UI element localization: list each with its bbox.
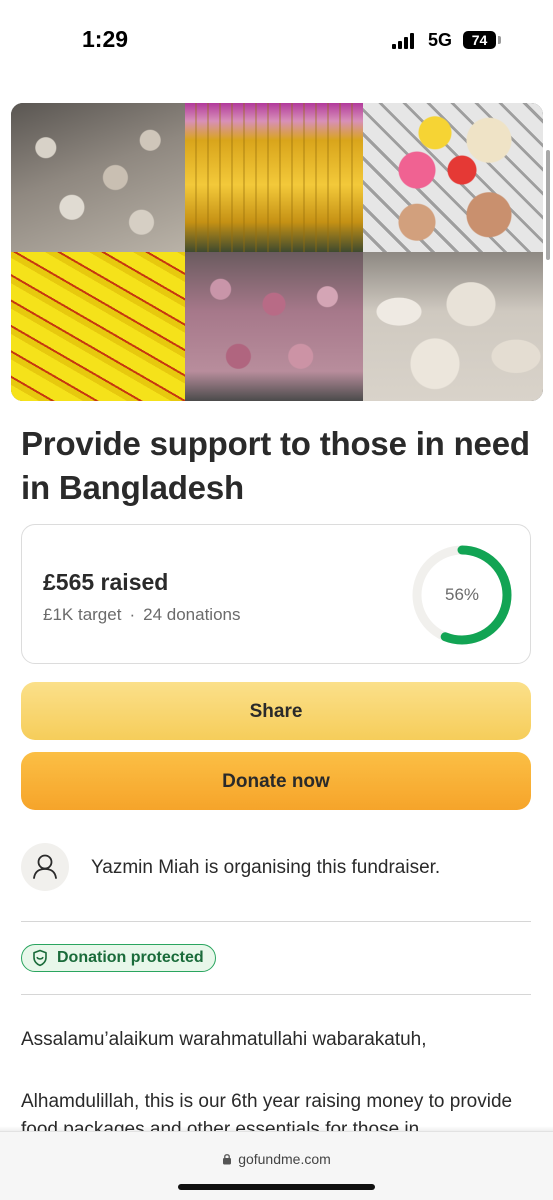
- divider: [21, 921, 531, 922]
- yellow-packets-photo[interactable]: [11, 252, 185, 401]
- organiser-text: Yazmin Miah is organising this fundraise…: [91, 857, 441, 878]
- organiser-row[interactable]: Yazmin Miah is organising this fundraise…: [21, 843, 531, 891]
- progress-percent: 56%: [444, 585, 480, 604]
- user-icon: [33, 854, 57, 879]
- scrollbar[interactable]: [546, 150, 550, 260]
- donation-protected-label: Donation protected: [57, 949, 204, 966]
- divider: [21, 994, 531, 995]
- share-button[interactable]: Share: [21, 682, 531, 740]
- status-time: 1:29: [82, 26, 129, 52]
- progress-meta: £1K target · 24 donations: [43, 605, 241, 625]
- donation-count[interactable]: 24 donations: [143, 605, 240, 624]
- url-row[interactable]: gofundme.com: [0, 1151, 553, 1167]
- avatar: [21, 843, 69, 891]
- url-text[interactable]: gofundme.com: [238, 1151, 331, 1167]
- donation-protected-badge[interactable]: Donation protected: [21, 944, 216, 972]
- network-type: 5G: [428, 30, 453, 50]
- meta-separator: ·: [129, 605, 136, 624]
- food-package-items-photo[interactable]: [363, 103, 543, 252]
- battery-icon: 74: [463, 31, 496, 49]
- campaign-photo-gallery[interactable]: [11, 103, 543, 401]
- status-bar: 1:29 5G 74: [0, 0, 553, 80]
- amount-raised: £565 raised: [43, 569, 169, 595]
- donate-now-button[interactable]: Donate now: [21, 752, 531, 810]
- fundraiser-page: 1:29 5G 74 Provide support to those in n…: [0, 0, 553, 1200]
- campaign-title: Provide support to those in need in Bang…: [21, 425, 530, 506]
- sacks-of-rice-photo[interactable]: [363, 252, 543, 401]
- shield-icon: [33, 949, 47, 967]
- bags-of-garlic-photo[interactable]: [11, 103, 185, 252]
- progress-card: £565 raised £1K target · 24 donations 56%: [21, 524, 531, 664]
- story-paragraph: Assalamu’alaikum warahmatullahi wabaraka…: [21, 1029, 427, 1050]
- bags-of-onions-photo[interactable]: [185, 252, 363, 401]
- bottles-of-oil-photo[interactable]: [185, 103, 363, 252]
- home-indicator[interactable]: [178, 1184, 375, 1190]
- lock-icon: [223, 1154, 232, 1165]
- cellular-signal-icon: [392, 33, 418, 49]
- battery-tip-icon: [498, 36, 501, 44]
- browser-address-bar[interactable]: gofundme.com: [0, 1131, 553, 1200]
- target-amount: £1K target: [43, 605, 122, 624]
